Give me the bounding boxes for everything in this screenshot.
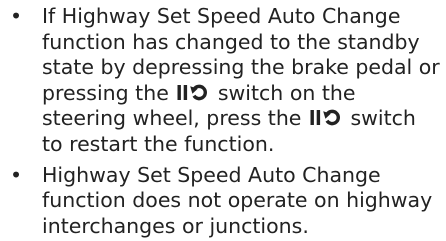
bullet-marker: • — [9, 162, 23, 187]
pause-resume-switch-icon — [176, 84, 209, 101]
pause-resume-switch-icon — [309, 109, 342, 126]
bullet-item-interchanges: • Highway Set Speed Auto Change function… — [0, 163, 446, 240]
bullet-marker: • — [9, 4, 23, 28]
bullet-text: Highway Set Speed Auto Change function d… — [42, 162, 433, 238]
bullet-list: • If Highway Set Speed Auto Change funct… — [0, 4, 446, 239]
document-body: • If Highway Set Speed Auto Change funct… — [0, 4, 446, 239]
bullet-item-standby-restart: • If Highway Set Speed Auto Change funct… — [0, 4, 446, 158]
